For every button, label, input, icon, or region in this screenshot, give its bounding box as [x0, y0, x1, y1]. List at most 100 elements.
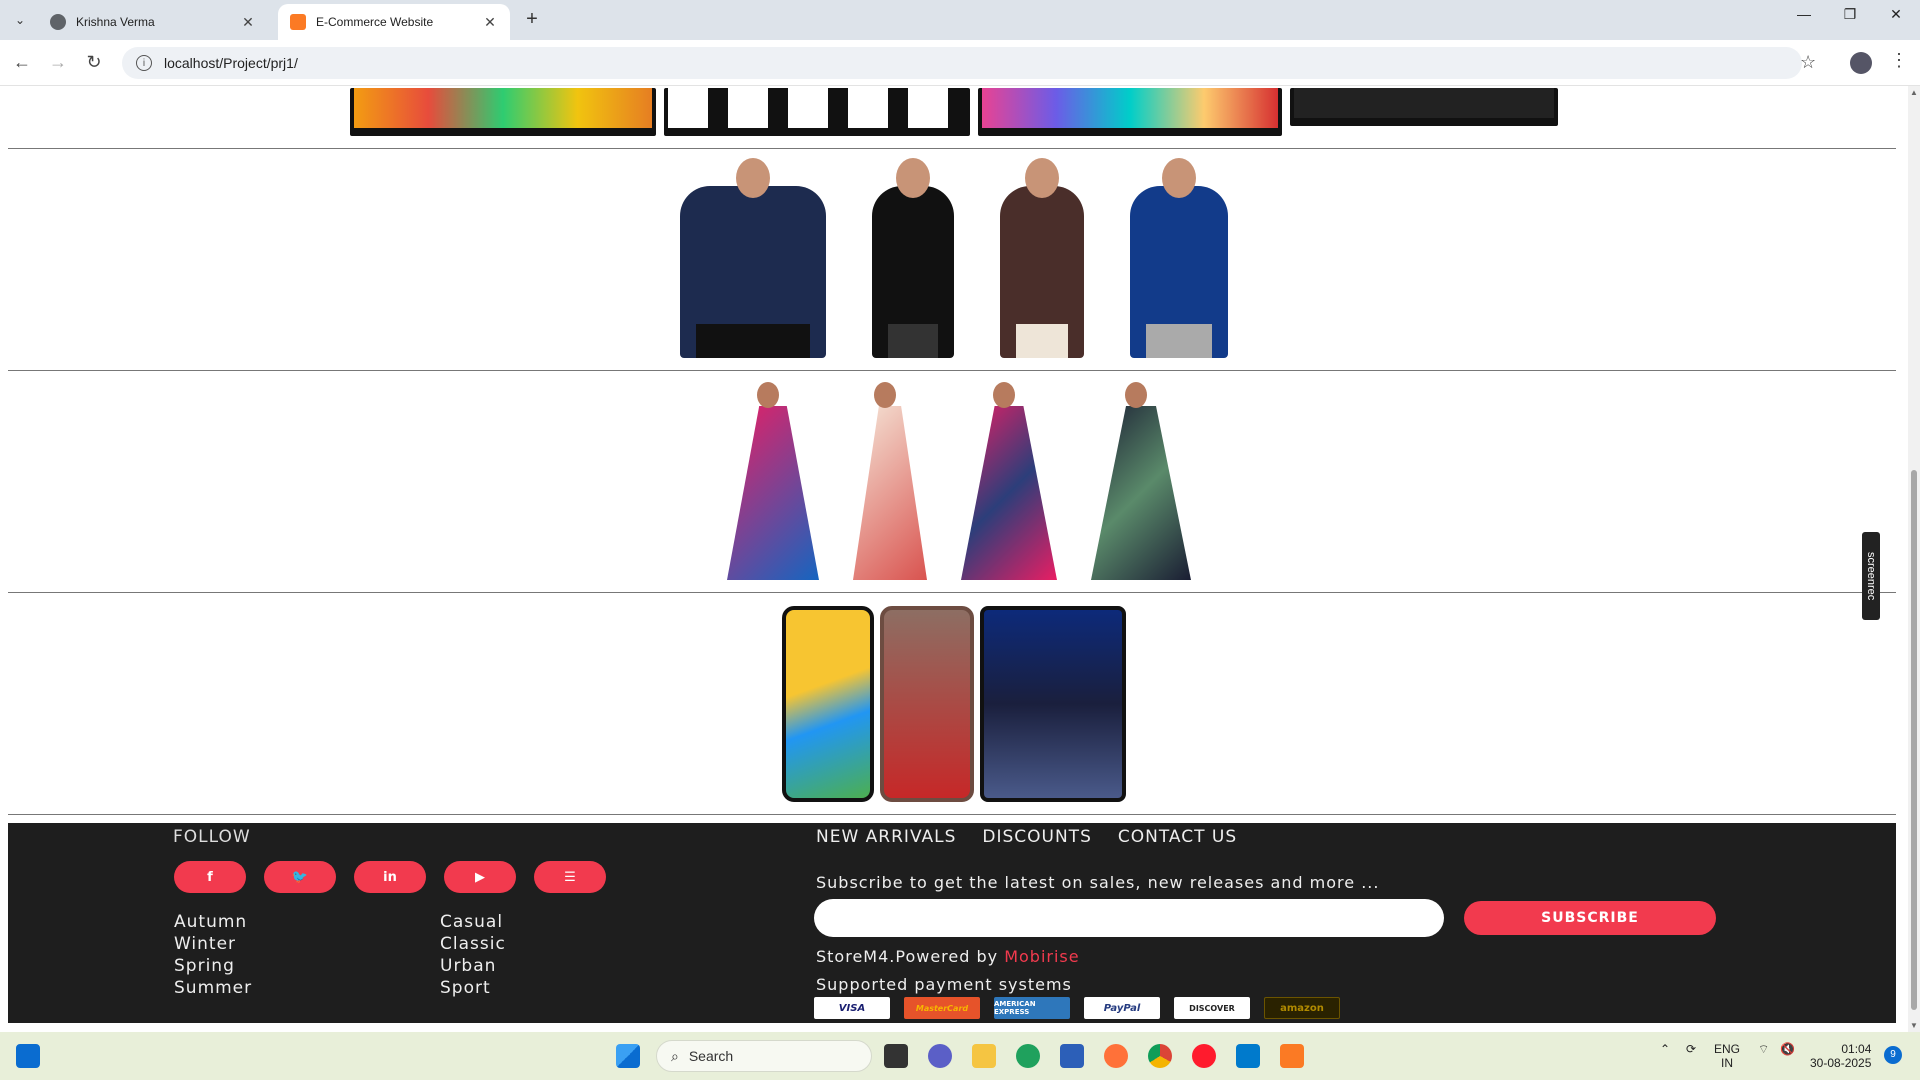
- product-image-saree[interactable]: [833, 380, 937, 580]
- visa-logo: VISA: [814, 997, 890, 1019]
- back-icon[interactable]: ←: [10, 52, 34, 73]
- product-image-saree[interactable]: [707, 380, 829, 580]
- page-scrollbar[interactable]: ▲ ▼: [1908, 86, 1920, 1032]
- tab-ecommerce[interactable]: E-Commerce Website ✕: [278, 4, 510, 40]
- notification-badge[interactable]: 9: [1884, 1046, 1902, 1064]
- store-icon[interactable]: [1060, 1044, 1084, 1068]
- nav-new-arrivals[interactable]: NEW ARRIVALS: [816, 827, 956, 847]
- tab-krishna-verma[interactable]: Krishna Verma ✕: [38, 4, 268, 40]
- nav-contact-us[interactable]: CONTACT US: [1118, 827, 1237, 847]
- wifi-icon[interactable]: ⌔: [1758, 1042, 1769, 1056]
- scroll-down-icon[interactable]: ▼: [1910, 1021, 1918, 1030]
- minimize-button[interactable]: —: [1784, 6, 1824, 22]
- site-info-icon[interactable]: i: [136, 55, 152, 71]
- edge-icon[interactable]: [1016, 1044, 1040, 1068]
- site-footer: FOLLOW f 🐦 in ▶ ☰ Autumn Winter Spring S…: [8, 823, 1896, 1023]
- tab-bar: ⌄ Krishna Verma ✕ E-Commerce Website ✕ +…: [0, 0, 1920, 40]
- link-summer[interactable]: Summer: [174, 977, 252, 999]
- taskbar-search[interactable]: ⌕ Search: [656, 1040, 872, 1072]
- link-spring[interactable]: Spring: [174, 955, 252, 977]
- product-image-phone[interactable]: [980, 606, 1126, 802]
- page-content: FOLLOW f 🐦 in ▶ ☰ Autumn Winter Spring S…: [0, 86, 1908, 1032]
- screenrec-widget[interactable]: screenrec: [1862, 532, 1880, 620]
- chrome-icon[interactable]: [1148, 1044, 1172, 1068]
- link-autumn[interactable]: Autumn: [174, 911, 252, 933]
- product-image-shirt[interactable]: [1110, 158, 1248, 358]
- email-field[interactable]: [814, 899, 1444, 937]
- scroll-up-icon[interactable]: ▲: [1910, 88, 1918, 97]
- amazon-logo: amazon: [1264, 997, 1340, 1019]
- mobirise-link[interactable]: Mobirise: [1004, 947, 1079, 966]
- section-divider: [8, 370, 1896, 371]
- task-view-icon[interactable]: [884, 1044, 908, 1068]
- product-image-tv[interactable]: [978, 88, 1282, 136]
- tab-search-button[interactable]: ⌄: [8, 8, 32, 32]
- firefox-icon[interactable]: [1104, 1044, 1128, 1068]
- search-label: Search: [688, 1048, 734, 1064]
- bookmark-star-icon[interactable]: ☆: [1800, 52, 1816, 73]
- volume-muted-icon[interactable]: 🔇: [1780, 1042, 1795, 1056]
- facebook-icon[interactable]: f: [174, 861, 246, 893]
- subscribe-text: Subscribe to get the latest on sales, ne…: [816, 873, 1380, 892]
- product-image-tv[interactable]: [1290, 88, 1558, 126]
- subscribe-button[interactable]: SUBSCRIBE: [1464, 901, 1716, 935]
- scrollbar-thumb[interactable]: [1911, 470, 1917, 1010]
- mastercard-logo: MasterCard: [904, 997, 980, 1019]
- product-image-shirt[interactable]: [980, 158, 1104, 358]
- address-bar: ← → ↻ i localhost/Project/prj1/ ☆ ⋮: [0, 40, 1920, 86]
- xampp-icon[interactable]: [1280, 1044, 1304, 1068]
- link-sport[interactable]: Sport: [440, 977, 506, 999]
- payments-heading: Supported payment systems: [816, 975, 1072, 994]
- show-hidden-icons[interactable]: ⌃: [1660, 1042, 1670, 1056]
- link-urban[interactable]: Urban: [440, 955, 506, 977]
- profile-avatar[interactable]: [1850, 52, 1872, 74]
- amex-logo: AMERICAN EXPRESS: [994, 997, 1070, 1019]
- nav-discounts[interactable]: DISCOUNTS: [982, 827, 1091, 847]
- windows-start-icon[interactable]: [616, 1044, 640, 1068]
- taskbar: ⌕ Search ⌃ ⟳ ENG IN ⌔ 🔇 01:04 30-08-2025…: [0, 1032, 1920, 1080]
- payment-logos: VISA MasterCard AMERICAN EXPRESS PayPal …: [814, 997, 1340, 1019]
- product-image-saree[interactable]: [941, 380, 1067, 580]
- menu-icon[interactable]: ⋮: [1890, 50, 1908, 71]
- product-image-hoodie[interactable]: [852, 158, 974, 358]
- link-winter[interactable]: Winter: [174, 933, 252, 955]
- url-text: localhost/Project/prj1/: [164, 55, 298, 71]
- tab-title: E-Commerce Website: [316, 15, 434, 29]
- tv-row: [0, 86, 1908, 136]
- close-icon[interactable]: ✕: [482, 14, 498, 31]
- clock[interactable]: 01:04 30-08-2025: [1810, 1042, 1871, 1070]
- xampp-icon: [290, 14, 306, 30]
- teams-icon[interactable]: [928, 1044, 952, 1068]
- powered-prefix: StoreM4.Powered by: [816, 947, 1005, 966]
- new-tab-button[interactable]: +: [520, 8, 544, 31]
- restore-button[interactable]: ❐: [1830, 6, 1870, 23]
- clock-date: 30-08-2025: [1810, 1056, 1872, 1070]
- sarees-row: [0, 380, 1908, 580]
- close-icon[interactable]: ✕: [240, 14, 256, 31]
- widgets-icon[interactable]: [16, 1044, 40, 1068]
- link-classic[interactable]: Classic: [440, 933, 506, 955]
- men-shirts-row: [0, 158, 1908, 358]
- language-indicator[interactable]: ENG IN: [1714, 1042, 1740, 1070]
- file-explorer-icon[interactable]: [972, 1044, 996, 1068]
- link-casual[interactable]: Casual: [440, 911, 506, 933]
- product-image-tv[interactable]: [664, 88, 970, 136]
- forward-icon[interactable]: →: [46, 52, 70, 73]
- linkedin-icon[interactable]: in: [354, 861, 426, 893]
- rss-icon[interactable]: ☰: [534, 861, 606, 893]
- youtube-icon[interactable]: ▶: [444, 861, 516, 893]
- product-image-shirt[interactable]: [660, 158, 846, 358]
- tab-title: Krishna Verma: [76, 15, 155, 29]
- url-input[interactable]: i localhost/Project/prj1/: [122, 47, 1802, 79]
- product-image-tv[interactable]: [350, 88, 656, 136]
- vscode-icon[interactable]: [1236, 1044, 1260, 1068]
- clock-time: 01:04: [1841, 1042, 1872, 1056]
- reload-icon[interactable]: ↻: [82, 52, 106, 73]
- product-image-phone[interactable]: [782, 606, 874, 802]
- close-window-button[interactable]: ✕: [1876, 6, 1916, 23]
- product-image-saree[interactable]: [1071, 380, 1201, 580]
- product-image-phone[interactable]: [880, 606, 974, 802]
- sync-icon[interactable]: ⟳: [1686, 1042, 1696, 1056]
- twitter-icon[interactable]: 🐦: [264, 861, 336, 893]
- opera-icon[interactable]: [1192, 1044, 1216, 1068]
